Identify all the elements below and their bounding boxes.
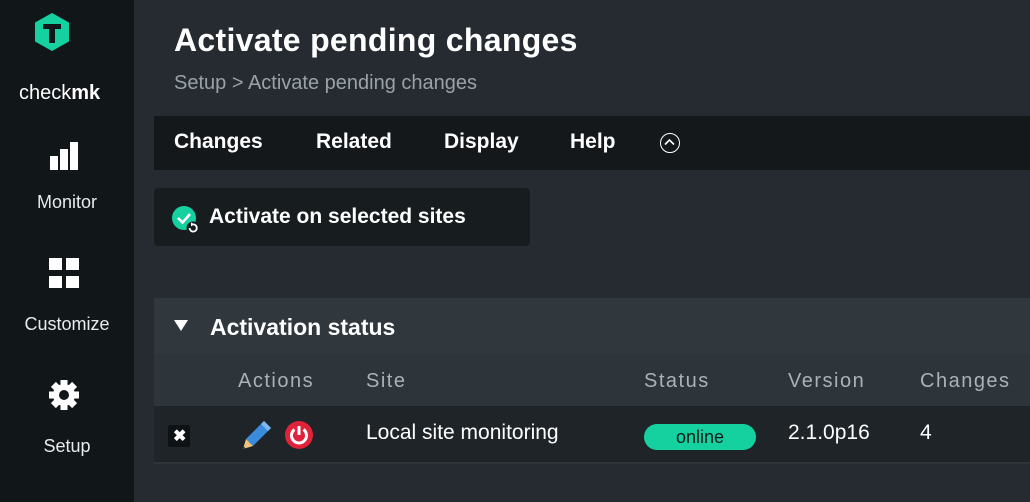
chevron-up-circle-icon[interactable]: [660, 133, 680, 153]
main-content: Activate pending changes Setup > Activat…: [134, 0, 1030, 502]
site-name: Local site monitoring: [366, 421, 559, 444]
menu-help[interactable]: Help: [570, 130, 616, 154]
logo-text[interactable]: checkmk: [19, 82, 100, 105]
checkmk-logo-icon[interactable]: [32, 12, 72, 52]
column-header-changes: Changes: [920, 370, 1011, 392]
changes-count: 4: [920, 421, 932, 444]
column-header-site: Site: [366, 370, 407, 392]
activation-status-panel: Activation status Actions Site Status Ve…: [154, 298, 1030, 464]
close-icon[interactable]: ✖: [168, 425, 190, 447]
grid-icon: [49, 258, 79, 288]
status-badge: online: [644, 424, 756, 450]
menu-related[interactable]: Related: [316, 130, 392, 154]
activation-status-header[interactable]: Activation status: [154, 298, 1030, 354]
activate-button-label: Activate on selected sites: [209, 205, 466, 228]
edit-pencil-icon[interactable]: [240, 418, 274, 452]
sidebar-item-customize[interactable]: Customize: [0, 248, 134, 338]
breadcrumb[interactable]: Setup > Activate pending changes: [174, 72, 477, 95]
version-value: 2.1.0p16: [788, 421, 870, 444]
bar-chart-icon: [50, 142, 78, 170]
activate-check-icon: [172, 206, 200, 235]
sidebar-item-setup[interactable]: Setup: [0, 372, 134, 462]
gear-icon: [49, 380, 79, 410]
sidebar: checkmk Monitor Customize Setup: [0, 0, 134, 502]
activate-selected-sites-button[interactable]: Activate on selected sites: [154, 188, 530, 246]
sidebar-item-label: Customize: [24, 314, 110, 334]
column-header-status: Status: [644, 370, 710, 392]
menu-bar: Changes Related Display Help: [154, 116, 1030, 170]
menu-display[interactable]: Display: [444, 130, 519, 154]
panel-title: Activation status: [210, 314, 396, 340]
column-header-version: Version: [788, 370, 866, 392]
restart-icon[interactable]: [284, 420, 314, 450]
page-title: Activate pending changes: [174, 22, 578, 58]
column-header-actions: Actions: [238, 370, 315, 392]
sidebar-item-monitor[interactable]: Monitor: [0, 128, 134, 218]
sidebar-item-label: Setup: [43, 436, 91, 456]
menu-changes[interactable]: Changes: [174, 130, 263, 154]
sidebar-item-label: Monitor: [36, 192, 98, 212]
table-row: ✖ Local site monitoring online 2.1.0p16 …: [154, 406, 1030, 462]
collapse-triangle-icon[interactable]: [174, 320, 188, 331]
